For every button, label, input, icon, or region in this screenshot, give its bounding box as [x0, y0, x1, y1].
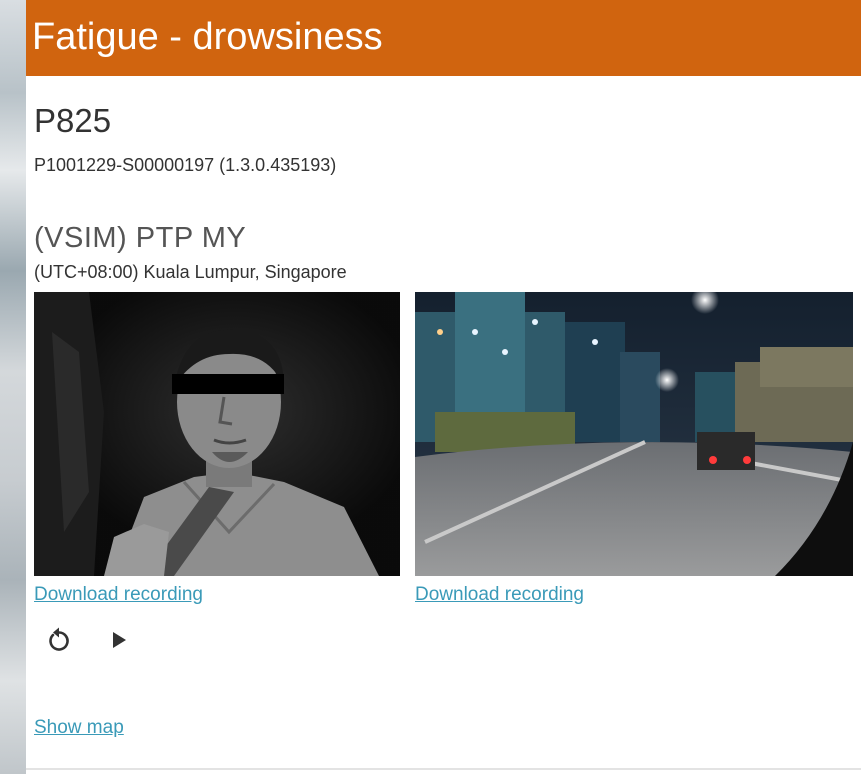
- download-recording-link-road[interactable]: Download recording: [415, 583, 584, 607]
- show-map-link[interactable]: Show map: [34, 716, 124, 740]
- background-map-backdrop: [0, 0, 26, 774]
- driver-camera-frame: [34, 292, 400, 576]
- download-recording-link-driver[interactable]: Download recording: [34, 583, 203, 607]
- road-camera-frame: [415, 292, 853, 576]
- fleet-name: (VSIM) PTP MY: [34, 222, 247, 254]
- event-title: Fatigue - drowsiness: [32, 16, 383, 58]
- divider: [26, 768, 861, 770]
- device-id: P1001229-S00000197 (1.3.0.435193): [34, 155, 337, 175]
- driver-camera-video[interactable]: [34, 292, 400, 576]
- replay-button[interactable]: [42, 622, 76, 658]
- vehicle-name: P825: [34, 102, 112, 139]
- replay-icon: [49, 627, 69, 651]
- event-detail-panel: Fatigue - drowsiness P825 P1001229-S0000…: [26, 0, 861, 774]
- play-icon: [113, 632, 126, 648]
- event-header: Fatigue - drowsiness: [26, 0, 861, 76]
- play-button[interactable]: [102, 622, 136, 658]
- timezone-label: (UTC+08:00) Kuala Lumpur, Singapore: [34, 262, 347, 282]
- road-camera-video[interactable]: [415, 292, 853, 576]
